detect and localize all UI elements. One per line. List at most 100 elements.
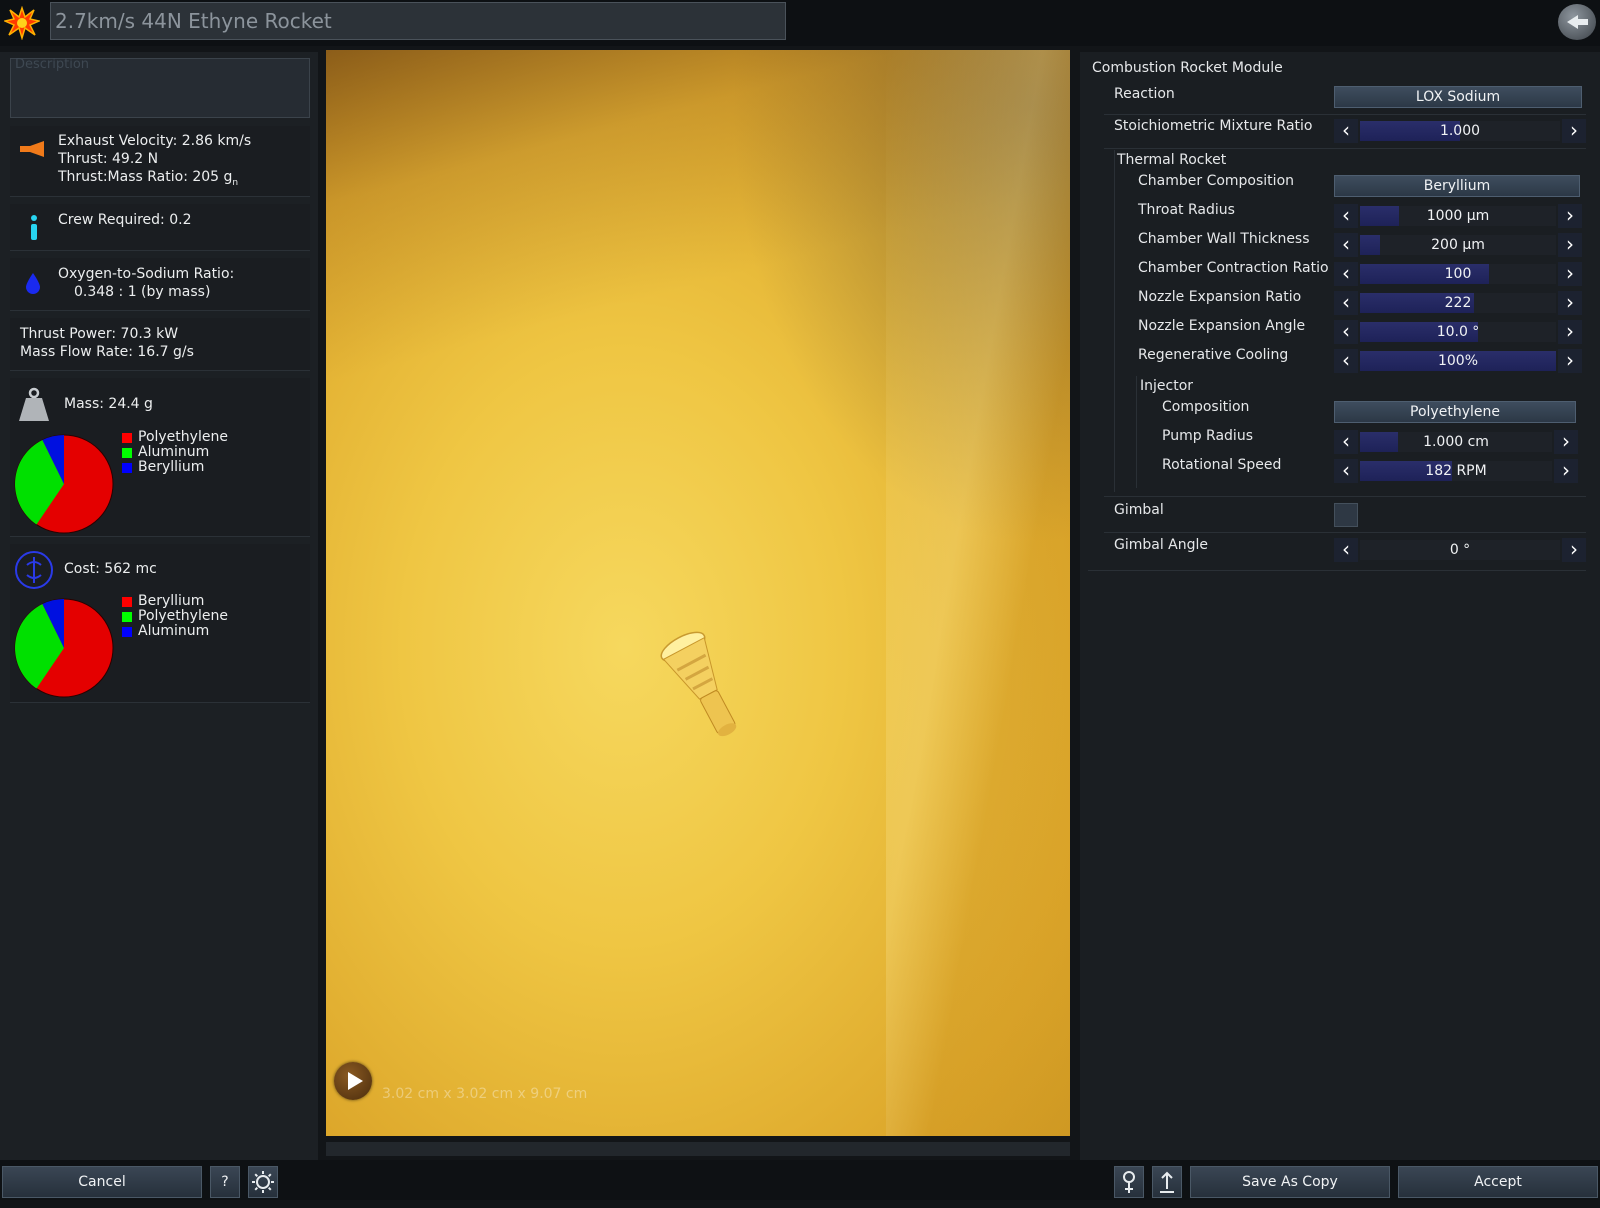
stepper-track[interactable]: 200 µm: [1360, 235, 1556, 255]
divider: [1104, 148, 1586, 149]
stepper-value: 182 RPM: [1425, 463, 1487, 479]
contraction-ratio-stepper[interactable]: ‹ 100 ›: [1334, 262, 1582, 286]
chevron-right-icon[interactable]: ›: [1562, 538, 1586, 562]
stepper-value: 10.0 °: [1436, 324, 1480, 340]
gimbal-checkbox[interactable]: [1334, 503, 1358, 527]
wall-thickness-stepper[interactable]: ‹ 200 µm ›: [1334, 233, 1582, 257]
stepper-track[interactable]: 222: [1360, 293, 1556, 313]
chevron-left-icon[interactable]: ‹: [1334, 349, 1358, 373]
viewport-scrollbar[interactable]: [326, 1142, 1070, 1156]
settings-button[interactable]: [248, 1166, 278, 1198]
chevron-left-icon[interactable]: ‹: [1334, 233, 1358, 257]
rocket-model: [660, 631, 737, 737]
rotational-speed-stepper[interactable]: ‹ 182 RPM ›: [1334, 459, 1578, 483]
chevron-left-icon[interactable]: ‹: [1334, 204, 1358, 228]
thrust: Thrust: 49.2 N: [58, 151, 159, 167]
back-arrow-icon: [1567, 15, 1588, 29]
back-button[interactable]: [1558, 4, 1596, 40]
stepper-value: 100: [1444, 266, 1472, 282]
power-stats: Thrust Power: 70.3 kW Mass Flow Rate: 16…: [20, 325, 194, 361]
legend-item: Aluminum: [122, 445, 228, 460]
save-as-copy-button[interactable]: Save As Copy: [1190, 1166, 1390, 1198]
stepper-value: 100%: [1437, 353, 1479, 369]
thrust-mass-ratio: Thrust:Mass Ratio: 205 gn: [58, 169, 239, 188]
stepper-value: 200 µm: [1431, 237, 1485, 253]
cancel-button[interactable]: Cancel: [2, 1166, 202, 1198]
chevron-left-icon[interactable]: ‹: [1334, 262, 1358, 286]
expansion-angle-stepper[interactable]: ‹ 10.0 ° ›: [1334, 320, 1582, 344]
mixture-ratio-stepper[interactable]: ‹ 1.000 ›: [1334, 119, 1586, 143]
stepper-track[interactable]: 100: [1360, 264, 1556, 284]
play-button[interactable]: [334, 1062, 372, 1100]
crew-required: Crew Required: 0.2: [58, 212, 192, 228]
chevron-left-icon[interactable]: ‹: [1334, 430, 1358, 454]
chevron-left-icon[interactable]: ‹: [1334, 320, 1358, 344]
chamber-composition-select[interactable]: Beryllium: [1334, 175, 1580, 197]
chevron-left-icon[interactable]: ‹: [1334, 119, 1358, 143]
wall-thickness-label: Chamber Wall Thickness: [1138, 231, 1310, 247]
gimbal-angle-stepper[interactable]: ‹ 0 ° ›: [1334, 538, 1586, 562]
exhaust-icon: [18, 140, 48, 162]
chevron-right-icon[interactable]: ›: [1558, 204, 1582, 228]
rotational-speed-label: Rotational Speed: [1162, 457, 1282, 473]
chevron-right-icon[interactable]: ›: [1558, 291, 1582, 315]
thrust-power: Thrust Power: 70.3 kW: [20, 326, 179, 342]
exhaust-velocity: Exhaust Velocity: 2.86 km/s: [58, 133, 252, 149]
stepper-track[interactable]: 182 RPM: [1360, 461, 1552, 481]
model-dimensions: 3.02 cm x 3.02 cm x 9.07 cm: [382, 1086, 588, 1102]
info-icon: [28, 214, 40, 246]
chevron-right-icon[interactable]: ›: [1558, 349, 1582, 373]
gimbal-label: Gimbal: [1114, 502, 1164, 518]
help-button[interactable]: ?: [210, 1166, 240, 1198]
reaction-label: Reaction: [1114, 86, 1175, 102]
droplet-icon: [25, 272, 41, 298]
legend-swatch: [122, 432, 132, 443]
pin-button[interactable]: [1114, 1166, 1144, 1198]
chevron-right-icon[interactable]: ›: [1554, 430, 1578, 454]
injector-composition-label: Composition: [1162, 399, 1250, 415]
stepper-track[interactable]: 1.000: [1360, 121, 1560, 141]
chevron-left-icon[interactable]: ‹: [1334, 291, 1358, 315]
stepper-track[interactable]: 0 °: [1360, 540, 1560, 560]
expansion-ratio-stepper[interactable]: ‹ 222 ›: [1334, 291, 1582, 315]
stepper-track[interactable]: 1000 µm: [1360, 206, 1556, 226]
chevron-right-icon[interactable]: ›: [1562, 119, 1586, 143]
chevron-left-icon[interactable]: ‹: [1334, 538, 1358, 562]
chevron-right-icon[interactable]: ›: [1558, 262, 1582, 286]
throat-radius-stepper[interactable]: ‹ 1000 µm ›: [1334, 204, 1582, 228]
thermal-rocket-title: Thermal Rocket: [1117, 152, 1227, 168]
throat-radius-label: Throat Radius: [1138, 202, 1235, 218]
chevron-left-icon[interactable]: ‹: [1334, 459, 1358, 483]
legend-item: Polyethylene: [122, 609, 228, 624]
injector-composition-select[interactable]: Polyethylene: [1334, 401, 1576, 423]
accept-button[interactable]: Accept: [1398, 1166, 1598, 1198]
chevron-right-icon[interactable]: ›: [1558, 320, 1582, 344]
mass-pie-chart: [14, 434, 114, 534]
credits-icon: [14, 550, 54, 594]
chevron-right-icon[interactable]: ›: [1558, 233, 1582, 257]
module-title: Combustion Rocket Module: [1092, 60, 1283, 76]
mass-legend: Polyethylene Aluminum Beryllium: [122, 430, 228, 475]
stepper-track[interactable]: 10.0 °: [1360, 322, 1556, 342]
divider: [1104, 496, 1586, 497]
regen-cooling-stepper[interactable]: ‹ 100% ›: [1334, 349, 1582, 373]
legend-item: Beryllium: [122, 594, 228, 609]
reaction-select[interactable]: LOX Sodium: [1334, 86, 1582, 108]
stepper-track[interactable]: 1.000 cm: [1360, 432, 1552, 452]
cost-legend: Beryllium Polyethylene Aluminum: [122, 594, 228, 639]
stepper-value: 1.000 cm: [1423, 434, 1489, 450]
pump-radius-label: Pump Radius: [1162, 428, 1253, 444]
mass-label: Mass: 24.4 g: [64, 396, 153, 412]
play-icon: [348, 1072, 363, 1090]
design-name-input[interactable]: 2.7km/s 44N Ethyne Rocket: [50, 2, 786, 40]
description-input[interactable]: Description: [10, 58, 310, 118]
expansion-angle-label: Nozzle Expansion Angle: [1138, 318, 1306, 334]
3d-viewport[interactable]: 3.02 cm x 3.02 cm x 9.07 cm: [326, 50, 1070, 1136]
contraction-ratio-label: Chamber Contraction Ratio: [1138, 260, 1329, 276]
export-button[interactable]: [1152, 1166, 1182, 1198]
pump-radius-stepper[interactable]: ‹ 1.000 cm ›: [1334, 430, 1578, 454]
chevron-right-icon[interactable]: ›: [1554, 459, 1578, 483]
explosion-icon: [2, 5, 42, 41]
engine-stats: Exhaust Velocity: 2.86 km/s Thrust: 49.2…: [58, 132, 251, 192]
stepper-track[interactable]: 100%: [1360, 351, 1556, 371]
